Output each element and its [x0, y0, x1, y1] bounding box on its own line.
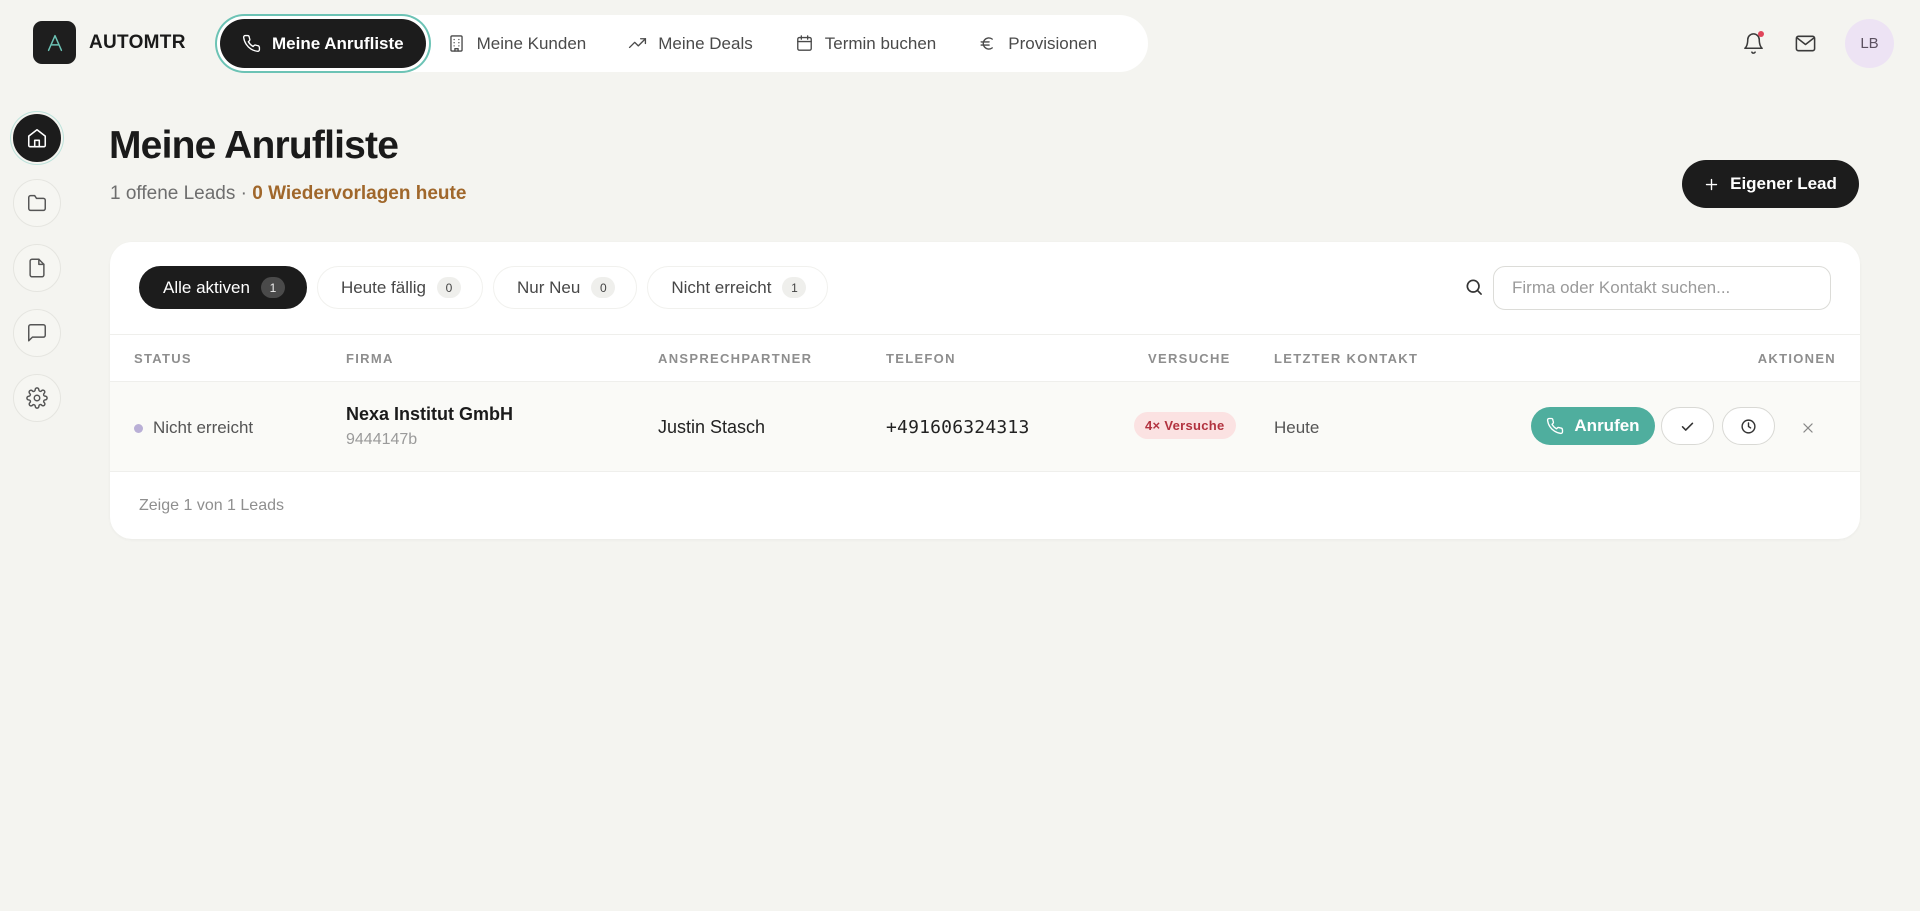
- euro-icon: [978, 34, 997, 53]
- search-input[interactable]: [1493, 266, 1831, 310]
- mark-done-button[interactable]: [1661, 407, 1714, 445]
- nav-item-label: Meine Anrufliste: [272, 33, 404, 53]
- schedule-followup-button[interactable]: [1722, 407, 1775, 445]
- document-icon: [26, 257, 48, 279]
- messages-button[interactable]: [1783, 22, 1827, 66]
- check-icon: [1679, 418, 1696, 435]
- add-own-lead-label: Eigener Lead: [1730, 174, 1837, 193]
- table-footer: Zeige 1 von 1 Leads: [139, 497, 284, 514]
- page-subtitle: 1 offene Leads · 0 Wiedervorlagen heute: [110, 183, 466, 205]
- sidebar-item-documents[interactable]: [13, 244, 61, 292]
- column-header-letzter-kontakt: LETZTER KONTAKT: [1274, 351, 1419, 366]
- top-navigation: Meine Anrufliste Meine Kunden Meine Deal…: [216, 15, 1148, 72]
- sidebar-item-home[interactable]: [13, 114, 61, 162]
- status-cell: Nicht erreicht: [134, 418, 253, 438]
- column-header-status: STATUS: [134, 351, 192, 366]
- filter-count: 0: [591, 277, 616, 298]
- company-name[interactable]: Nexa Institut GmbH: [346, 404, 513, 425]
- dismiss-lead-button[interactable]: [1795, 415, 1821, 441]
- attempts-badge: 4× Versuche: [1134, 412, 1236, 439]
- filter-count: 1: [260, 277, 285, 298]
- filter-label: Nur Neu: [517, 277, 581, 297]
- nav-item-anrufliste[interactable]: Meine Anrufliste: [220, 19, 426, 68]
- nav-item-termin[interactable]: Termin buchen: [774, 19, 958, 68]
- add-own-lead-button[interactable]: Eigener Lead: [1682, 160, 1859, 208]
- company-id: 9444147b: [346, 431, 418, 448]
- close-icon: [1801, 421, 1815, 435]
- brand-name: AUTOMTR: [89, 31, 186, 53]
- nav-item-label: Meine Kunden: [476, 33, 587, 53]
- trending-up-icon: [628, 34, 647, 53]
- filter-chips: Alle aktiven 1 Heute fällig 0 Nur Neu 0 …: [139, 266, 829, 309]
- followups-today: 0 Wiedervorlagen heute: [252, 183, 467, 204]
- column-header-firma: FIRMA: [346, 351, 394, 366]
- user-avatar[interactable]: LB: [1845, 19, 1894, 68]
- filter-count: 1: [782, 277, 807, 298]
- chat-icon: [26, 322, 48, 344]
- filter-nur-neu[interactable]: Nur Neu 0: [493, 266, 638, 309]
- column-header-ansprechpartner: ANSPRECHPARTNER: [658, 351, 813, 366]
- table-row[interactable]: Nicht erreicht Nexa Institut GmbH 944414…: [110, 382, 1860, 472]
- settings-icon: [26, 387, 48, 409]
- phone-number: +491606324313: [886, 417, 1030, 438]
- building-icon: [447, 34, 466, 53]
- column-header-aktionen: AKTIONEN: [1757, 351, 1836, 366]
- leads-card: Alle aktiven 1 Heute fällig 0 Nur Neu 0 …: [110, 242, 1860, 539]
- phone-icon: [242, 34, 261, 53]
- notification-dot: [1758, 30, 1764, 37]
- filter-count: 0: [437, 277, 461, 298]
- clock-icon: [1740, 418, 1757, 435]
- calendar-icon: [795, 34, 814, 53]
- column-header-telefon: TELEFON: [886, 351, 956, 366]
- open-leads-count: 1 offene Leads ·: [110, 183, 253, 204]
- search-icon: [1464, 277, 1484, 297]
- mail-icon: [1794, 32, 1817, 55]
- nav-item-label: Meine Deals: [658, 33, 753, 53]
- filter-alle-aktiven[interactable]: Alle aktiven 1: [139, 266, 307, 309]
- home-icon: [26, 127, 48, 149]
- notifications-button[interactable]: [1731, 22, 1775, 66]
- sidebar-item-folder[interactable]: [13, 179, 61, 227]
- sidebar-item-settings[interactable]: [13, 374, 61, 422]
- filter-label: Alle aktiven: [163, 277, 250, 297]
- filter-label: Heute fällig: [340, 277, 426, 297]
- filter-heute-faellig[interactable]: Heute fällig 0: [316, 266, 483, 309]
- nav-item-kunden[interactable]: Meine Kunden: [426, 19, 608, 68]
- filter-nicht-erreicht[interactable]: Nicht erreicht 1: [647, 266, 829, 309]
- sidebar-item-messages[interactable]: [13, 309, 61, 357]
- table-header: STATUS FIRMA ANSPRECHPARTNER TELEFON VER…: [110, 334, 1860, 382]
- nav-item-label: Provisionen: [1008, 33, 1098, 53]
- brand-logo[interactable]: AUTOMTR: [33, 21, 186, 64]
- nav-item-deals[interactable]: Meine Deals: [607, 19, 774, 68]
- page-title: Meine Anrufliste: [109, 124, 399, 167]
- status-label: Nicht erreicht: [153, 418, 254, 437]
- nav-item-provisionen[interactable]: Provisionen: [957, 19, 1118, 68]
- folder-icon: [26, 192, 48, 214]
- nav-item-label: Termin buchen: [824, 33, 937, 53]
- status-dot: [134, 423, 143, 433]
- plus-icon: [1704, 177, 1719, 192]
- automtr-logo-icon: [33, 21, 76, 64]
- call-button-label: Anrufen: [1574, 416, 1640, 435]
- last-contact: Heute: [1274, 418, 1320, 437]
- top-right-actions: LB: [1731, 19, 1894, 68]
- column-header-versuche: VERSUCHE: [1148, 351, 1231, 366]
- call-button[interactable]: Anrufen: [1531, 407, 1655, 445]
- filter-label: Nicht erreicht: [671, 277, 772, 297]
- phone-icon: [1546, 417, 1564, 435]
- sidebar: [13, 114, 61, 422]
- contact-name: Justin Stasch: [658, 417, 766, 437]
